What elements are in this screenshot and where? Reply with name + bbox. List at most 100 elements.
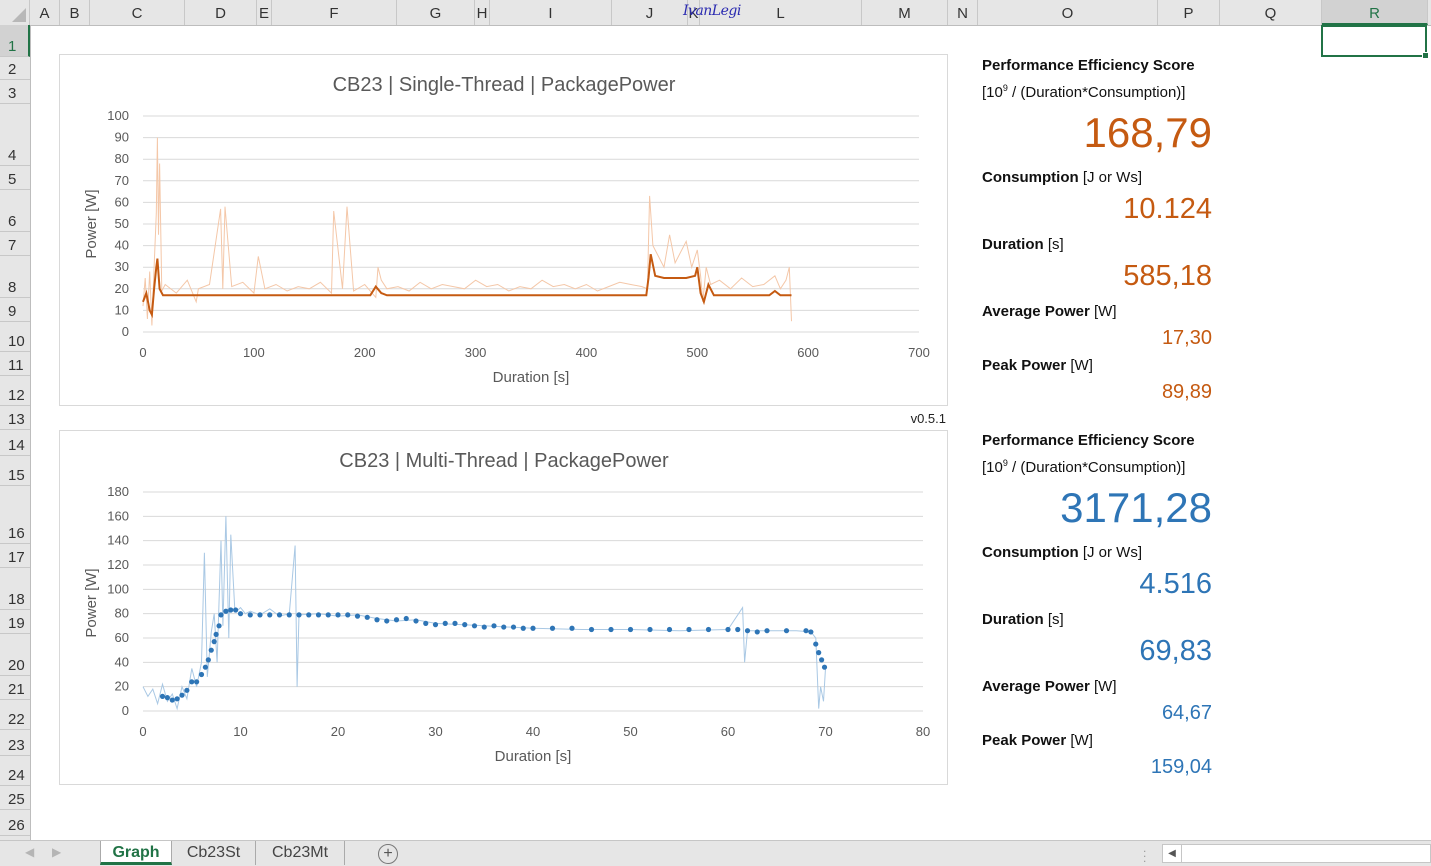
row-header-9[interactable]: 9	[0, 298, 30, 322]
row-header-2[interactable]: 2	[0, 57, 30, 80]
row-header-22[interactable]: 22	[0, 700, 30, 730]
smoothed-power-series	[142, 253, 792, 319]
y-tick-label: 180	[107, 484, 129, 499]
row-header-21[interactable]: 21	[0, 676, 30, 700]
smoothed-power-point	[442, 620, 448, 626]
column-header-r[interactable]: R	[1322, 0, 1428, 25]
panel-row: Peak Power [W]	[982, 732, 1093, 749]
smoothed-power-point	[335, 612, 341, 618]
panel-row: 4.516	[1139, 568, 1212, 601]
row-header-17[interactable]: 17	[0, 544, 30, 568]
scroll-tabs-right-icon[interactable]: ▶	[52, 845, 61, 859]
multi-thread-chart[interactable]: CB23 | Multi-Thread | PackagePower 0 20 40 6…	[59, 430, 948, 785]
column-header-j[interactable]: J	[612, 0, 688, 25]
y-tick-label: 30	[115, 259, 129, 274]
column-header-p[interactable]: P	[1158, 0, 1220, 25]
smoothed-power-point	[816, 650, 822, 656]
add-sheet-plus-icon[interactable]: +	[378, 844, 398, 864]
smoothed-power-point	[223, 608, 229, 614]
x-tick-label: 60	[721, 724, 735, 739]
y-tick-label: 80	[115, 606, 129, 621]
y-tick-label: 60	[115, 630, 129, 645]
smoothed-power-point	[184, 687, 190, 693]
panel-row: 64,67	[1162, 702, 1212, 725]
panel-row: 159,04	[1151, 756, 1212, 779]
x-tick-label: 70	[818, 724, 832, 739]
column-header-o[interactable]: O	[978, 0, 1158, 25]
row-header-3[interactable]: 3	[0, 80, 30, 104]
column-header-m[interactable]: M	[862, 0, 948, 25]
y-tick-label: 90	[115, 130, 129, 145]
horizontal-scrollbar[interactable]: ◀	[1162, 844, 1431, 863]
smoothed-power-point	[666, 626, 673, 633]
row-header-25[interactable]: 25	[0, 786, 30, 810]
smoothed-power-point	[276, 612, 283, 618]
split-handle-icon[interactable]: ...	[1143, 842, 1146, 864]
column-header-q[interactable]: Q	[1220, 0, 1322, 25]
row-header-18[interactable]: 18	[0, 568, 30, 610]
row-header-5[interactable]: 5	[0, 166, 30, 190]
y-tick-label: 100	[107, 581, 129, 596]
smoothed-power-point	[213, 631, 219, 637]
row-header-8[interactable]: 8	[0, 256, 30, 298]
row-header-11[interactable]: 11	[0, 352, 30, 376]
smoothed-power-point	[705, 626, 712, 633]
selected-cell-r1[interactable]	[1321, 25, 1429, 59]
row-header-1[interactable]: 1	[0, 25, 30, 57]
x-tick-label: 600	[797, 345, 819, 360]
smoothed-power-point	[384, 618, 390, 624]
x-tick-label: 40	[526, 724, 540, 739]
select-all-button[interactable]	[0, 0, 30, 25]
sheet-tab-cb23mt[interactable]: Cb23Mt	[256, 841, 345, 865]
single-thread-chart[interactable]: CB23 | Single-Thread | PackagePower 0 10 20…	[59, 54, 948, 406]
column-header-a[interactable]: A	[30, 0, 60, 25]
row-header-16[interactable]: 16	[0, 486, 30, 544]
smoothed-power-point	[744, 628, 751, 634]
panel-row: 3171,28	[1060, 484, 1212, 532]
panel-row: Average Power [W]	[982, 678, 1117, 695]
column-header-i[interactable]: I	[490, 0, 612, 25]
column-header-b[interactable]: B	[60, 0, 90, 25]
row-header-20[interactable]: 20	[0, 634, 30, 676]
smoothed-power-point	[286, 612, 292, 618]
column-header-c[interactable]: C	[90, 0, 185, 25]
row-header-10[interactable]: 10	[0, 322, 30, 352]
smoothed-power-point	[211, 639, 217, 645]
sheet-tab-graph[interactable]: Graph	[100, 841, 172, 865]
sheet-tab-cb23st[interactable]: Cb23St	[172, 841, 256, 865]
x-tick-label: 30	[428, 724, 442, 739]
smoothed-power-point	[228, 607, 234, 613]
column-header-f[interactable]: F	[272, 0, 397, 25]
row-header-12[interactable]: 12	[0, 376, 30, 406]
column-header-n[interactable]: N	[948, 0, 978, 25]
x-tick-label: 50	[623, 724, 637, 739]
row-header-19[interactable]: 19	[0, 610, 30, 634]
smoothed-power-point	[608, 626, 614, 633]
smoothed-power-point	[393, 617, 400, 623]
panel-row: Consumption [J or Ws]	[982, 169, 1142, 186]
smoothed-power-point	[686, 626, 692, 633]
column-header-g[interactable]: G	[397, 0, 475, 25]
column-header-e[interactable]: E	[257, 0, 272, 25]
row-header-13[interactable]: 13	[0, 406, 30, 430]
scroll-left-arrow-icon[interactable]: ◀	[1163, 845, 1182, 862]
row-header-24[interactable]: 24	[0, 756, 30, 786]
row-header-4[interactable]: 4	[0, 104, 30, 166]
row-header-7[interactable]: 7	[0, 232, 30, 256]
row-header-6[interactable]: 6	[0, 190, 30, 232]
row-header-26[interactable]: 26	[0, 810, 30, 836]
average-power-label: Average Power	[982, 678, 1090, 695]
x-tick-label: 80	[916, 724, 930, 739]
consumption-value: 4.516	[1139, 568, 1212, 600]
row-header-15[interactable]: 15	[0, 456, 30, 486]
x-axis-label: Duration [s]	[493, 369, 570, 386]
row-header-14[interactable]: 14	[0, 430, 30, 456]
smoothed-power-point	[247, 612, 253, 618]
scroll-tabs-left-icon[interactable]: ◀	[25, 845, 34, 859]
smoothed-power-point	[754, 629, 760, 635]
column-header-d[interactable]: D	[185, 0, 257, 25]
row-header-23[interactable]: 23	[0, 730, 30, 756]
column-header-h[interactable]: H	[475, 0, 490, 25]
smoothed-power-point	[813, 641, 819, 647]
multi-thread-chart-svg: CB23 | Multi-Thread | PackagePower 0 20 40 6…	[83, 450, 930, 765]
